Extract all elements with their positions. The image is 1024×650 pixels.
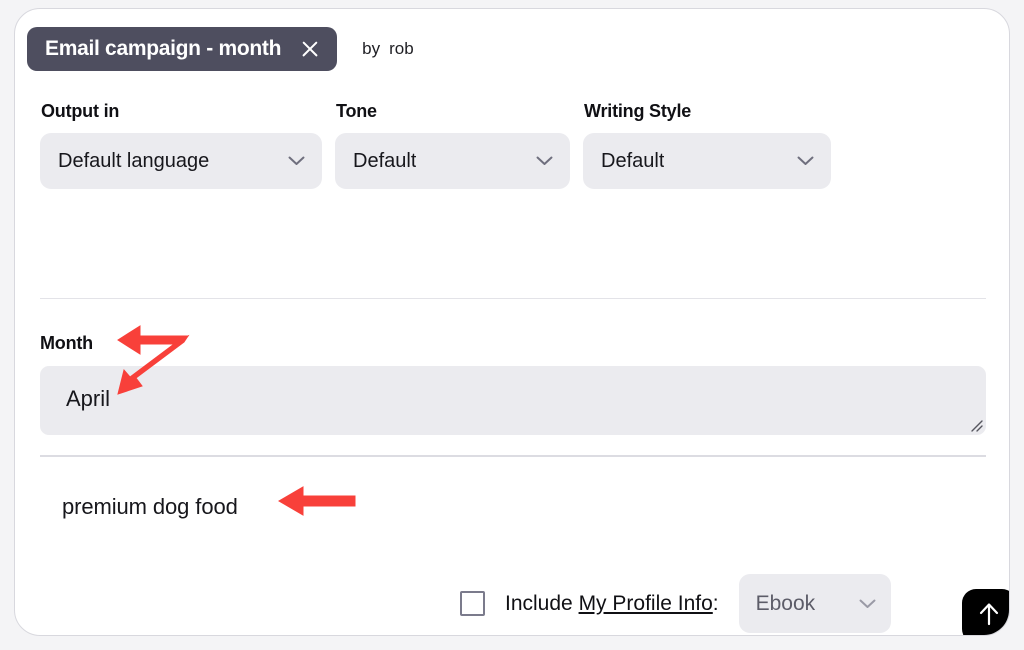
- divider-bottom: [40, 455, 986, 457]
- include-profile-checkbox[interactable]: [460, 591, 485, 616]
- chevron-down-icon: [859, 599, 876, 609]
- prompt-text[interactable]: premium dog food: [62, 494, 238, 520]
- select-value-output-language: Default language: [58, 149, 210, 172]
- byline: by rob: [362, 39, 414, 59]
- header: Email campaign - month by rob: [27, 27, 414, 71]
- field-label-tone: Tone: [336, 101, 377, 121]
- submit-button[interactable]: [962, 589, 1009, 635]
- month-label: Month: [40, 333, 93, 353]
- options-row: Output in Default language Tone Default: [40, 101, 831, 189]
- include-suffix: :: [712, 591, 719, 615]
- select-value-writing-style: Default: [601, 149, 665, 172]
- chevron-down-icon: [536, 156, 553, 166]
- divider-top: [40, 298, 986, 299]
- month-input-value: April: [66, 386, 111, 411]
- title-chip[interactable]: Email campaign - month: [27, 27, 338, 71]
- field-label-writing-style: Writing Style: [584, 101, 692, 121]
- arrow-up-icon: [977, 601, 1001, 632]
- include-prefix: Include: [505, 591, 579, 615]
- resize-grip-icon[interactable]: [967, 416, 983, 432]
- select-content-type[interactable]: Ebook: [738, 574, 891, 633]
- month-input[interactable]: April: [40, 366, 986, 435]
- select-writing-style[interactable]: Default: [583, 133, 831, 189]
- field-label-output-language: Output in: [41, 101, 120, 121]
- field-output-language: Output in Default language: [40, 101, 322, 189]
- include-profile-label: Include My Profile Info:: [505, 592, 719, 616]
- author-name: rob: [389, 39, 414, 58]
- field-writing-style: Writing Style Default: [583, 101, 831, 189]
- close-icon[interactable]: [299, 38, 321, 60]
- prompt-card: Email campaign - month by rob Output in D…: [14, 8, 1010, 636]
- chevron-down-icon: [797, 156, 814, 166]
- field-tone: Tone Default: [335, 101, 570, 189]
- select-output-language[interactable]: Default language: [40, 133, 322, 189]
- title-chip-label: Email campaign - month: [45, 37, 282, 60]
- select-value-tone: Default: [353, 149, 417, 172]
- my-profile-info-link[interactable]: My Profile Info: [579, 592, 713, 615]
- by-word: by: [362, 39, 381, 58]
- chevron-down-icon: [288, 156, 305, 166]
- select-tone[interactable]: Default: [335, 133, 570, 189]
- select-value-content-type: Ebook: [755, 591, 816, 615]
- bottom-bar: Include My Profile Info: Ebook: [460, 574, 891, 633]
